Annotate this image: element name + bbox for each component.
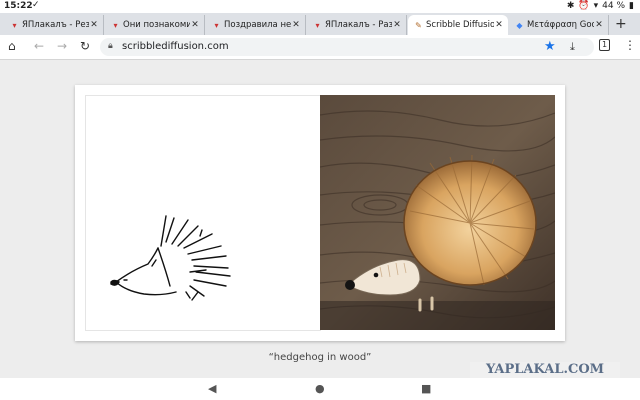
tab-title: ЯПлакалъ - Резу xyxy=(22,20,89,30)
bookmark-star-icon[interactable]: ★ xyxy=(544,39,556,54)
tab-2[interactable]: ▾ Поздравила не с ✕ xyxy=(206,15,306,35)
scribble-card xyxy=(75,85,565,341)
hedgehog-scribble xyxy=(110,215,231,301)
new-tab-icon[interactable]: + xyxy=(615,16,627,32)
tab-1[interactable]: ▾ Они познакомил ✕ xyxy=(105,15,205,35)
yaplakal-favicon-icon: ▾ xyxy=(12,20,17,30)
nav-back-icon[interactable]: ◀ xyxy=(208,382,216,395)
more-menu-icon[interactable]: ⋮ xyxy=(624,39,636,52)
status-bar: 15:22 ✓ ✱ ⏰ ▾ 44 % ▮ xyxy=(0,0,640,13)
tab-4[interactable]: ✎ Scribble Diffusion ✕ xyxy=(408,15,508,35)
battery-icon: ▮ xyxy=(629,1,634,11)
back-icon[interactable]: ← xyxy=(34,40,44,53)
generated-image xyxy=(320,95,555,330)
download-done-icon: ✓ xyxy=(32,0,40,10)
reload-icon[interactable]: ↻ xyxy=(80,40,90,53)
close-tab-icon[interactable]: ✕ xyxy=(291,20,301,30)
tab-title: Поздравила не с xyxy=(224,20,291,30)
browser-toolbar: ⌂ ← → ↻ 🔒︎ scribblediffusion.com ★ ⤓ 1 ⋮ xyxy=(0,35,640,60)
forward-icon[interactable]: → xyxy=(57,40,67,53)
tab-strip: ▾ ЯПлакалъ - Резу ✕ ▾ Они познакомил ✕ ▾… xyxy=(0,13,640,35)
address-bar[interactable]: 🔒︎ scribblediffusion.com ★ ⤓ xyxy=(100,38,594,56)
tab-title: ЯПлакалъ - Разд xyxy=(325,20,392,30)
scribble-canvas[interactable] xyxy=(85,95,321,331)
watermark-logo: YAPLAKAL.COM xyxy=(470,362,620,378)
download-icon[interactable]: ⤓ xyxy=(570,40,575,54)
nav-home-icon[interactable]: ● xyxy=(315,382,325,395)
tab-5[interactable]: ◆ Μετάφραση Goo ✕ xyxy=(509,15,609,35)
wifi-icon: ▾ xyxy=(593,1,599,11)
yaplakal-favicon-icon: ▾ xyxy=(113,20,118,30)
close-tab-icon[interactable]: ✕ xyxy=(392,20,402,30)
tab-3[interactable]: ▾ ЯПлакалъ - Разд ✕ xyxy=(307,15,407,35)
home-icon[interactable]: ⌂ xyxy=(8,40,16,53)
google-translate-favicon-icon: ◆ xyxy=(516,20,523,30)
yaplakal-favicon-icon: ▾ xyxy=(214,20,219,30)
status-time: 15:22 xyxy=(4,1,33,11)
close-tab-icon[interactable]: ✕ xyxy=(190,20,200,30)
tab-title: Они познакомил xyxy=(123,20,190,30)
status-icons: ✱ ⏰ ▾ 44 % ▮ xyxy=(567,1,634,11)
close-tab-icon[interactable]: ✕ xyxy=(594,20,604,30)
tab-title: Μετάφραση Goo xyxy=(527,20,594,30)
system-navigation-bar: ◀ ● ■ xyxy=(0,378,640,400)
scribble-diffusion-favicon-icon: ✎ xyxy=(415,20,422,30)
close-tab-icon[interactable]: ✕ xyxy=(89,20,99,30)
battery-level: 44 % xyxy=(602,1,626,11)
yaplakal-favicon-icon: ▾ xyxy=(315,20,320,30)
tab-switcher-button[interactable]: 1 xyxy=(599,39,611,51)
page-content: “hedgehog in wood” YAPLAKAL.COM xyxy=(0,60,640,378)
lock-icon: 🔒︎ xyxy=(108,41,113,51)
tab-title: Scribble Diffusion xyxy=(426,20,494,30)
alarm-icon: ⏰ xyxy=(578,1,590,11)
nav-recents-icon[interactable]: ■ xyxy=(421,382,431,395)
hedgehog-in-wood-image xyxy=(320,95,555,330)
close-tab-icon[interactable]: ✕ xyxy=(494,20,504,30)
tab-0[interactable]: ▾ ЯПлакалъ - Резу ✕ xyxy=(4,15,104,35)
bluetooth-icon: ✱ xyxy=(566,1,575,11)
url-text[interactable]: scribblediffusion.com xyxy=(122,41,229,52)
